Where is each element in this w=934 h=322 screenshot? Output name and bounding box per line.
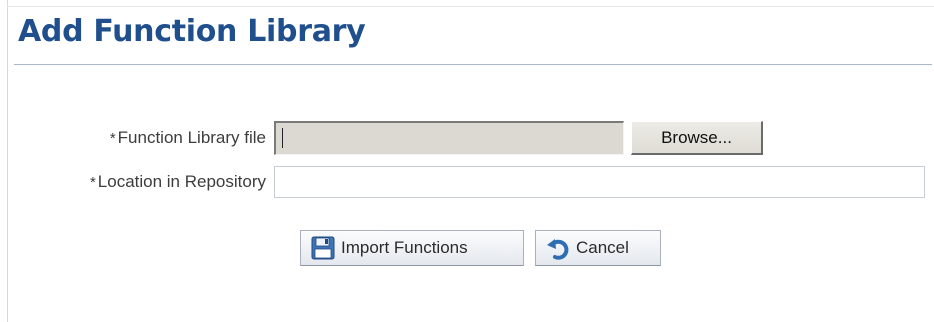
title-divider xyxy=(14,64,932,65)
function-library-file-label-wrap: * Function Library file xyxy=(0,128,266,152)
location-in-repository-label-wrap: * Location in Repository xyxy=(0,172,266,196)
undo-icon xyxy=(546,236,570,260)
text-caret xyxy=(282,128,283,148)
save-icon xyxy=(311,236,335,260)
page-title: Add Function Library xyxy=(18,14,366,49)
browse-button[interactable]: Browse... xyxy=(631,121,763,155)
cancel-button[interactable]: Cancel xyxy=(535,230,661,266)
import-functions-label: Import Functions xyxy=(341,238,468,257)
location-in-repository-label: * Location in Repository xyxy=(90,172,266,192)
location-in-repository-input[interactable] xyxy=(274,166,925,198)
import-functions-button[interactable]: Import Functions xyxy=(300,230,524,266)
required-marker: * xyxy=(89,174,96,191)
cancel-label: Cancel xyxy=(576,238,629,257)
location-in-repository-label-text: Location in Repository xyxy=(97,172,266,191)
function-library-file-label: * Function Library file xyxy=(110,128,266,148)
required-marker: * xyxy=(109,130,116,147)
panel-left-border xyxy=(7,0,8,322)
panel-top-border xyxy=(7,6,934,7)
function-library-file-label-text: Function Library file xyxy=(117,128,266,147)
function-library-file-input[interactable] xyxy=(274,121,624,155)
